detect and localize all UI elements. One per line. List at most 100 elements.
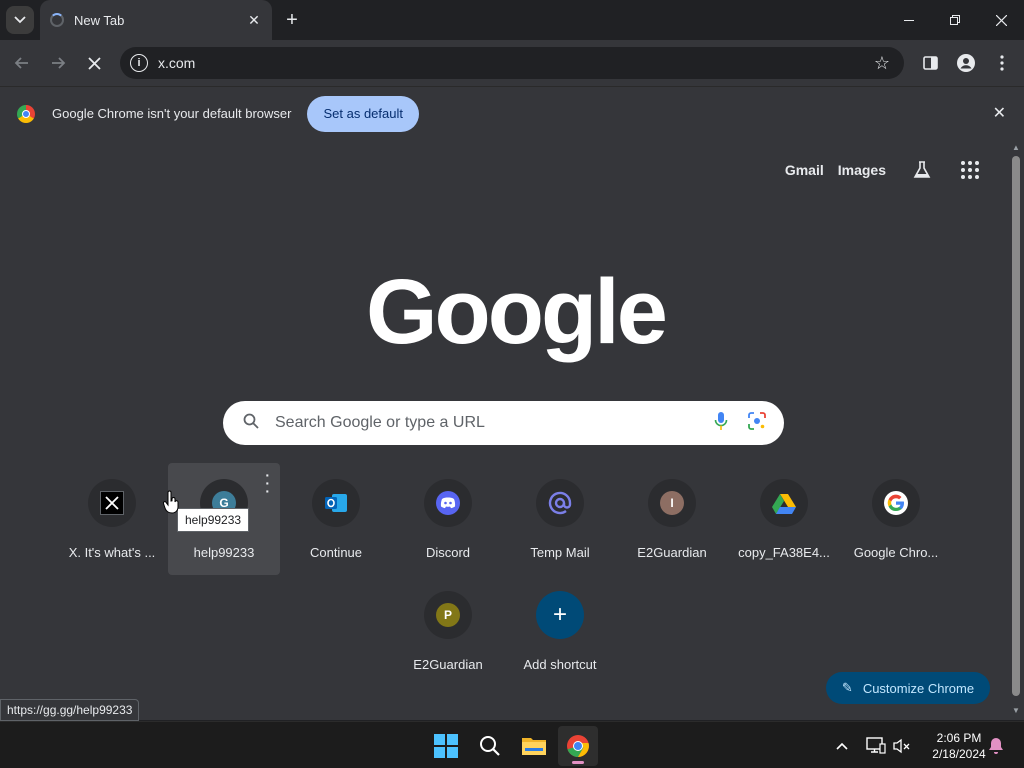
shortcut-title: Discord — [425, 545, 471, 560]
shortcut-title: Add shortcut — [523, 657, 597, 672]
chevron-up-icon — [836, 742, 848, 750]
address-bar[interactable]: i x.com ☆ — [120, 47, 904, 79]
clock-date: 2/18/2024 — [932, 747, 986, 761]
chevron-down-icon — [14, 16, 26, 24]
microphone-icon[interactable] — [714, 411, 728, 436]
forward-button[interactable] — [44, 49, 72, 77]
loading-spinner-icon — [50, 13, 64, 27]
profile-button[interactable] — [952, 49, 980, 77]
shortcut-title: E2Guardian — [413, 657, 483, 672]
google-apps-icon[interactable] — [958, 158, 982, 182]
outlook-icon — [312, 479, 360, 527]
search-input[interactable]: Search Google or type a URL — [275, 414, 714, 432]
tab-new-tab[interactable]: New Tab ✕ — [40, 0, 272, 40]
plus-icon: + — [536, 591, 584, 639]
chrome-menu-button[interactable] — [988, 49, 1016, 77]
clock-time: 2:06 PM — [936, 731, 982, 745]
speaker-muted-icon — [893, 738, 910, 753]
shortcut-title: E2Guardian — [637, 545, 707, 560]
google-drive-icon — [760, 479, 808, 527]
shortcut-more-icon[interactable]: · · · — [265, 468, 270, 498]
notifications-button[interactable] — [988, 722, 1004, 768]
default-browser-infobar: Google Chrome isn't your default browser… — [0, 86, 1024, 140]
side-panel-button[interactable] — [916, 49, 944, 77]
scroll-thumb[interactable] — [1012, 156, 1020, 696]
shortcut-continue[interactable]: Continue — [280, 463, 392, 575]
restore-button[interactable] — [932, 0, 978, 40]
network-icon — [866, 736, 886, 754]
arrow-right-icon — [52, 57, 66, 69]
shortcut-title: help99233 — [193, 545, 255, 560]
shortcut-tooltip: help99233 — [177, 508, 250, 532]
new-tab-page: Gmail Images Google Search Google or typ… — [0, 140, 1008, 720]
add-shortcut-button[interactable]: + Add shortcut — [504, 575, 616, 687]
shortcut-e2guardian[interactable]: I E2Guardian — [616, 463, 728, 575]
shortcut-google-drive[interactable]: copy_FA38E4... — [728, 463, 840, 575]
scroll-up-icon[interactable]: ▲ — [1012, 143, 1020, 152]
shortcut-e2guardian-2[interactable]: P E2Guardian — [392, 575, 504, 687]
browser-toolbar: i x.com ☆ — [0, 40, 1024, 86]
labs-flask-icon[interactable] — [910, 158, 934, 182]
profile-avatar-icon — [957, 54, 975, 72]
shortcut-temp-mail[interactable]: Temp Mail — [504, 463, 616, 575]
arrow-left-icon — [14, 57, 28, 69]
google-g-icon — [872, 479, 920, 527]
bookmark-star-icon[interactable]: ☆ — [874, 53, 890, 74]
infobar-close-icon[interactable]: ✕ — [993, 103, 1006, 123]
status-bar-url: https://gg.gg/help99233 — [0, 699, 140, 721]
search-icon — [243, 413, 259, 434]
minimize-icon — [904, 19, 914, 21]
back-button[interactable] — [8, 49, 36, 77]
google-lens-icon[interactable] — [748, 411, 766, 435]
tab-strip: New Tab ✕ + — [0, 0, 1024, 40]
shortcut-title: Temp Mail — [530, 545, 590, 560]
hand-cursor-icon — [163, 490, 179, 514]
gmail-link[interactable]: Gmail — [785, 162, 824, 178]
network-button[interactable] — [866, 722, 886, 768]
minimize-button[interactable] — [886, 0, 932, 40]
restore-icon — [950, 15, 960, 25]
folder-icon — [522, 738, 546, 755]
search-box[interactable]: Search Google or type a URL — [223, 401, 784, 445]
site-info-icon[interactable]: i — [130, 54, 148, 72]
shortcut-title: Continue — [309, 545, 363, 560]
kebab-menu-icon — [1000, 55, 1004, 71]
tab-title: New Tab — [74, 12, 125, 28]
shortcut-x[interactable]: X. It's what's ... — [56, 463, 168, 575]
stop-loading-button[interactable] — [80, 49, 108, 77]
tab-search-button[interactable] — [6, 6, 34, 34]
shortcut-title: Google Chro... — [853, 545, 939, 560]
address-text[interactable]: x.com — [158, 55, 874, 71]
chrome-icon — [567, 735, 589, 757]
google-logo: Google — [366, 261, 668, 363]
chrome-taskbar-button[interactable] — [558, 726, 598, 766]
customize-label: Customize Chrome — [862, 680, 975, 696]
set-as-default-button[interactable]: Set as default — [307, 95, 419, 132]
discord-icon — [424, 479, 472, 527]
letter-p-icon: P — [424, 591, 472, 639]
page-scrollbar[interactable]: ▲ ▼ — [1008, 140, 1024, 720]
close-window-button[interactable] — [978, 0, 1024, 40]
file-explorer-button[interactable] — [514, 726, 554, 766]
customize-chrome-button[interactable]: ✎ Customize Chrome — [826, 672, 990, 704]
shortcut-google-chrome[interactable]: Google Chro... — [840, 463, 952, 575]
images-link[interactable]: Images — [838, 162, 886, 178]
tab-close-icon[interactable]: ✕ — [244, 10, 264, 30]
start-button[interactable] — [426, 726, 466, 766]
shortcut-discord[interactable]: Discord — [392, 463, 504, 575]
active-indicator — [572, 761, 584, 764]
bell-icon — [989, 737, 1003, 754]
scroll-down-icon[interactable]: ▼ — [1012, 706, 1020, 715]
taskbar-search-button[interactable] — [470, 726, 510, 766]
show-hidden-icons-button[interactable] — [836, 722, 848, 768]
taskbar-clock[interactable]: 2:06 PM 2/18/2024 — [922, 730, 996, 762]
windows-logo-icon — [434, 734, 458, 758]
top-links: Gmail Images — [785, 158, 1000, 182]
infobar-message: Google Chrome isn't your default browser — [52, 106, 292, 121]
shortcut-title: copy_FA38E4... — [738, 545, 830, 560]
new-tab-button[interactable]: + — [280, 8, 304, 32]
side-panel-icon — [922, 56, 938, 70]
shortcut-title: X. It's what's ... — [68, 545, 156, 560]
volume-button[interactable] — [893, 722, 911, 768]
letter-i-icon: I — [648, 479, 696, 527]
